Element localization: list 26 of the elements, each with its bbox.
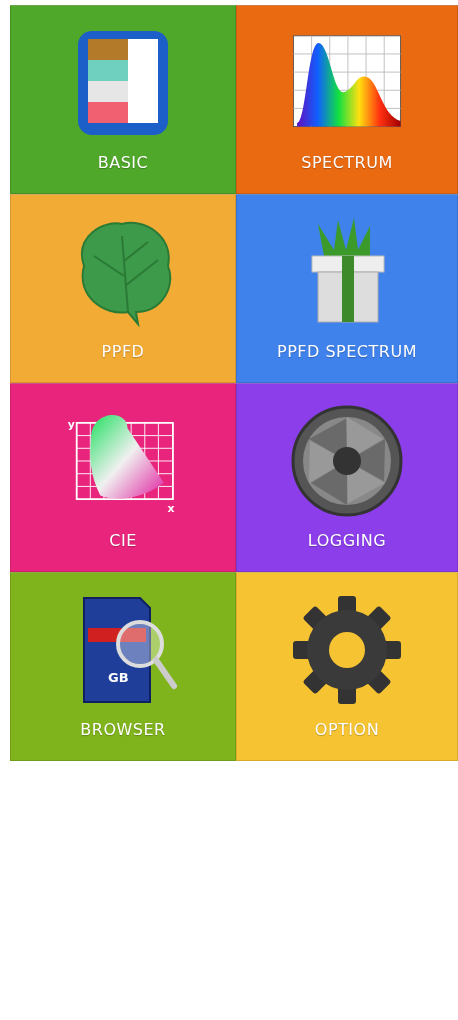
tile-label: OPTION xyxy=(314,720,380,739)
axis-label: x xyxy=(167,501,175,515)
card-label: GB xyxy=(108,670,129,685)
sd-card-icon xyxy=(83,597,177,703)
tile-label: BASIC xyxy=(97,153,149,172)
menu-tile[interactable]: y x CIE xyxy=(10,383,236,572)
menu-tile[interactable]: SPECTRUM xyxy=(236,5,458,194)
menu-tile[interactable]: PPFD SPECTRUM xyxy=(236,194,458,383)
axis-label: y xyxy=(67,418,75,432)
tile-label: PPFD xyxy=(101,342,145,361)
leaf-icon xyxy=(81,221,172,325)
tile-label: PPFD SPECTRUM xyxy=(277,342,417,361)
tile-label: LOGGING xyxy=(307,531,387,550)
menu-tile[interactable]: PPFD xyxy=(10,194,236,383)
swatch-book-icon xyxy=(78,31,168,135)
tile-label: SPECTRUM xyxy=(301,153,393,172)
menu-tile[interactable]: BASIC xyxy=(10,5,236,194)
gear-icon xyxy=(293,596,401,704)
color-chart-icon xyxy=(75,414,174,501)
aperture-icon xyxy=(291,405,403,517)
tile-label: BROWSER xyxy=(80,720,166,739)
tile-label: CIE xyxy=(109,531,137,550)
spectrum-chart-icon xyxy=(293,35,401,128)
gift-box-icon xyxy=(311,218,385,323)
menu-tile[interactable]: LOGGING xyxy=(236,383,458,572)
menu-tile[interactable]: GB BROWSER xyxy=(10,572,236,761)
